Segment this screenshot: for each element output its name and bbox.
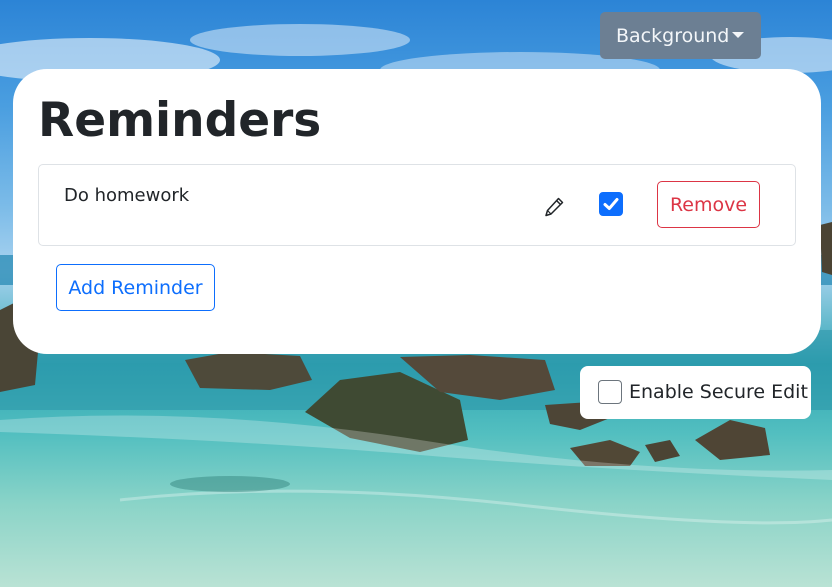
secure-edit-checkbox[interactable] <box>598 380 622 404</box>
reminder-item: Do homework Remove <box>38 164 796 246</box>
remove-button[interactable]: Remove <box>657 181 760 228</box>
reminder-done-checkbox[interactable] <box>599 192 623 216</box>
app-screen: Background Reminders Do homework Remove <box>0 0 832 587</box>
secure-edit-label[interactable]: Enable Secure Edit <box>629 381 808 403</box>
add-reminder-button[interactable]: Add Reminder <box>56 264 215 311</box>
background-dropdown-button[interactable]: Background <box>600 12 761 59</box>
reminders-card: Reminders Do homework Remove Add Reminde… <box>13 69 821 354</box>
page-title: Reminders <box>38 93 322 148</box>
check-icon <box>603 198 619 210</box>
reminder-text: Do homework <box>64 185 190 206</box>
caret-down-icon <box>732 32 744 38</box>
pencil-icon-glyph <box>545 197 564 217</box>
background-dropdown-label: Background <box>616 24 730 47</box>
remove-button-label: Remove <box>669 193 748 216</box>
pencil-icon[interactable] <box>542 195 566 219</box>
secure-edit-panel: Enable Secure Edit <box>580 366 811 419</box>
add-reminder-label: Add Reminder <box>68 276 203 299</box>
